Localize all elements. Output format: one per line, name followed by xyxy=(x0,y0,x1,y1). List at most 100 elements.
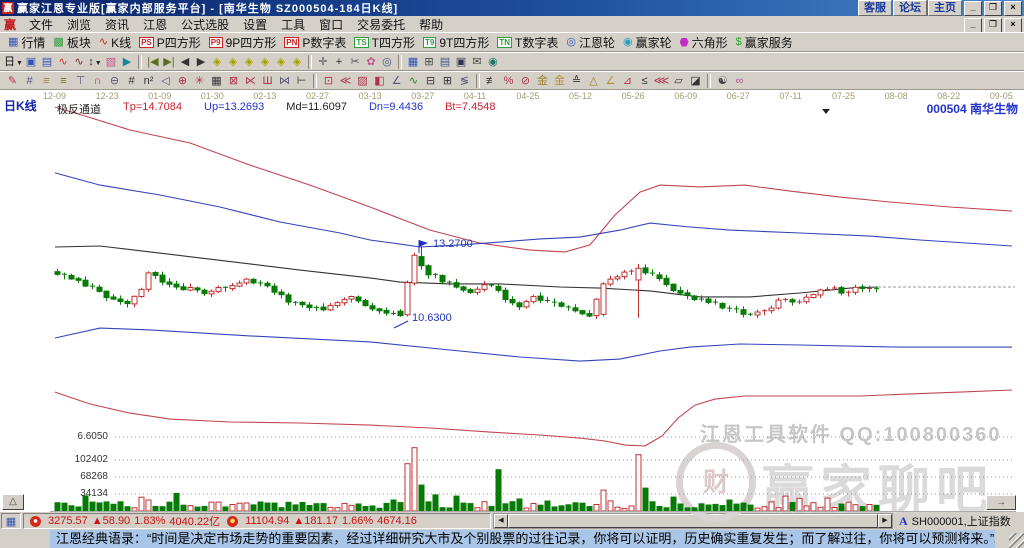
winner-wheel-button[interactable]: ◉ 赢家轮 xyxy=(619,34,676,50)
paint-bars-icon[interactable]: ▧ xyxy=(103,54,119,70)
arc-tool[interactable]: ∩ xyxy=(89,73,106,89)
restore-button[interactable]: ❐ xyxy=(984,0,1002,16)
stripes-tool[interactable]: ≢ xyxy=(483,73,500,89)
mdi-minimize-button[interactable]: _ xyxy=(964,17,982,33)
play-flag-icon[interactable]: ▶ xyxy=(119,54,135,70)
fan-lines-tool[interactable]: ≪ xyxy=(337,73,354,89)
gold-angle-tool[interactable]: ∠ xyxy=(602,73,619,89)
angle-tool[interactable]: ∠ xyxy=(388,73,405,89)
half-box-tool[interactable]: ◧ xyxy=(371,73,388,89)
golden-ratio-tool[interactable]: 金 xyxy=(534,73,551,89)
link-service[interactable]: 客服 xyxy=(858,0,892,16)
pointer-tool[interactable]: ◁ xyxy=(157,73,174,89)
quote-grid-icon[interactable]: ▦ xyxy=(1,513,21,529)
kline-window-icon[interactable]: ▣ xyxy=(23,54,39,70)
candle-style-button[interactable]: ↕▼ xyxy=(87,54,103,70)
menu-formula-stockpick[interactable]: 公式选股 xyxy=(174,16,236,33)
diamond-down-button[interactable]: ◈ xyxy=(257,54,273,70)
menu-browse[interactable]: 浏览 xyxy=(60,16,98,33)
span-tool[interactable]: ⊢ xyxy=(293,73,310,89)
info-window-icon[interactable]: ▤ xyxy=(39,54,55,70)
diamond-shrink-button[interactable]: ◈ xyxy=(289,54,305,70)
kline-button[interactable]: ∿ K线 xyxy=(95,34,135,50)
link-forum[interactable]: 论坛 xyxy=(893,0,927,16)
web-button[interactable]: ◉ xyxy=(485,54,501,70)
grid-box-tool[interactable]: ▦ xyxy=(208,73,225,89)
trend-small-icon[interactable]: ∿ xyxy=(55,54,71,70)
levels-box-tool[interactable]: ⊟ xyxy=(422,73,439,89)
menu-gann[interactable]: 江恩 xyxy=(136,16,174,33)
grid2-tool[interactable]: ⊞ xyxy=(439,73,456,89)
angles-tool[interactable]: ⋉ xyxy=(242,73,259,89)
box-select-tool[interactable]: ⊡ xyxy=(320,73,337,89)
p-square-button[interactable]: PS P四方形 xyxy=(135,34,205,50)
menu-file[interactable]: 文件 xyxy=(22,16,60,33)
calculator-button[interactable]: ⊞ xyxy=(421,54,437,70)
p9-square-button[interactable]: P9 9P四方形 xyxy=(205,34,280,50)
save-button[interactable]: ▣ xyxy=(453,54,469,70)
expand-panel-button[interactable]: △ xyxy=(2,494,24,510)
close-button[interactable]: × xyxy=(1004,0,1022,16)
shade-box-tool[interactable]: ▨ xyxy=(354,73,371,89)
cut-button[interactable]: ✂ xyxy=(347,54,363,70)
menu-settings[interactable]: 设置 xyxy=(236,16,274,33)
minimize-button[interactable]: _ xyxy=(964,0,982,16)
mdi-close-button[interactable]: × xyxy=(1004,17,1022,33)
trend-large-icon[interactable]: ∿ xyxy=(71,54,87,70)
diamond-left-button[interactable]: ◈ xyxy=(209,54,225,70)
diamond-up-button[interactable]: ◈ xyxy=(241,54,257,70)
crosshair-button[interactable]: + xyxy=(331,54,347,70)
brackets-tool[interactable]: ⋈ xyxy=(276,73,293,89)
golden-box-tool[interactable]: 金 xyxy=(551,73,568,89)
go-last-button[interactable]: ▶| xyxy=(161,54,177,70)
price-levels-tool[interactable]: ≡ xyxy=(38,73,55,89)
circle-cross-tool[interactable]: ⊖ xyxy=(106,73,123,89)
step-back-button[interactable]: ◀ xyxy=(177,54,193,70)
diag-box-tool[interactable]: ▱ xyxy=(670,73,687,89)
menu-news[interactable]: 资讯 xyxy=(98,16,136,33)
t-table-button[interactable]: TN T数字表 xyxy=(493,34,562,50)
cross-box-tool[interactable]: ⊠ xyxy=(225,73,242,89)
percent-circle-tool[interactable]: ⊘ xyxy=(517,73,534,89)
dense-grid-tool[interactable]: # xyxy=(123,73,140,89)
n2-tool[interactable]: n² xyxy=(140,73,157,89)
percent-tool[interactable]: % xyxy=(500,73,517,89)
ladder-tool[interactable]: ≶ xyxy=(456,73,473,89)
diag-box2-tool[interactable]: ◪ xyxy=(687,73,704,89)
step-forward-button[interactable]: ▶ xyxy=(193,54,209,70)
chart-plot[interactable]: 13.2700 10.6300 xyxy=(0,90,1024,512)
taiji-tool[interactable]: ☯ xyxy=(714,73,731,89)
p-table-button[interactable]: PN P数字表 xyxy=(280,34,350,50)
wedge-tool[interactable]: ⊿ xyxy=(619,73,636,89)
wave-tool[interactable]: ∿ xyxy=(405,73,422,89)
chevrons-tool[interactable]: ⋘ xyxy=(653,73,670,89)
mdi-restore-button[interactable]: ❐ xyxy=(984,17,1002,33)
magnifier-button[interactable]: ◎ xyxy=(379,54,395,70)
scroll-left-arrow[interactable]: ◀ xyxy=(494,514,508,528)
t9-square-button[interactable]: T9 9T四方形 xyxy=(419,34,493,50)
gann-grid-tool[interactable]: # xyxy=(21,73,38,89)
diamond-expand-button[interactable]: ◈ xyxy=(273,54,289,70)
notes-button[interactable]: ▤ xyxy=(437,54,453,70)
period-day-button[interactable]: 日▼ xyxy=(4,54,23,70)
lte-tool[interactable]: ≤ xyxy=(636,73,653,89)
diamond-right-button[interactable]: ◈ xyxy=(225,54,241,70)
pyramid-tool[interactable]: △ xyxy=(585,73,602,89)
app-menu-icon[interactable]: 赢 xyxy=(4,16,16,33)
link-home[interactable]: 主页 xyxy=(928,0,962,16)
time-levels-tool[interactable]: ≡ xyxy=(55,73,72,89)
starburst-tool[interactable]: ✳ xyxy=(191,73,208,89)
gann-wheel-button[interactable]: ◎ 江恩轮 xyxy=(562,34,619,50)
mail-button[interactable]: ✉ xyxy=(469,54,485,70)
target-tool[interactable]: ⊕ xyxy=(174,73,191,89)
menu-tools[interactable]: 工具 xyxy=(274,16,312,33)
infinity-tool[interactable]: ∞ xyxy=(731,73,748,89)
go-first-button[interactable]: |◀ xyxy=(145,54,161,70)
fence-tool[interactable]: Ш xyxy=(259,73,276,89)
t-square-button[interactable]: TS T四方形 xyxy=(350,34,419,50)
hexagon-button[interactable]: 六角形 xyxy=(676,34,732,50)
menu-window[interactable]: 窗口 xyxy=(312,16,350,33)
winner-service-button[interactable]: $ 赢家服务 xyxy=(732,34,797,50)
calendar-button[interactable]: ▦ xyxy=(405,54,421,70)
sectors-button[interactable]: ▩ 板块 xyxy=(49,34,94,50)
